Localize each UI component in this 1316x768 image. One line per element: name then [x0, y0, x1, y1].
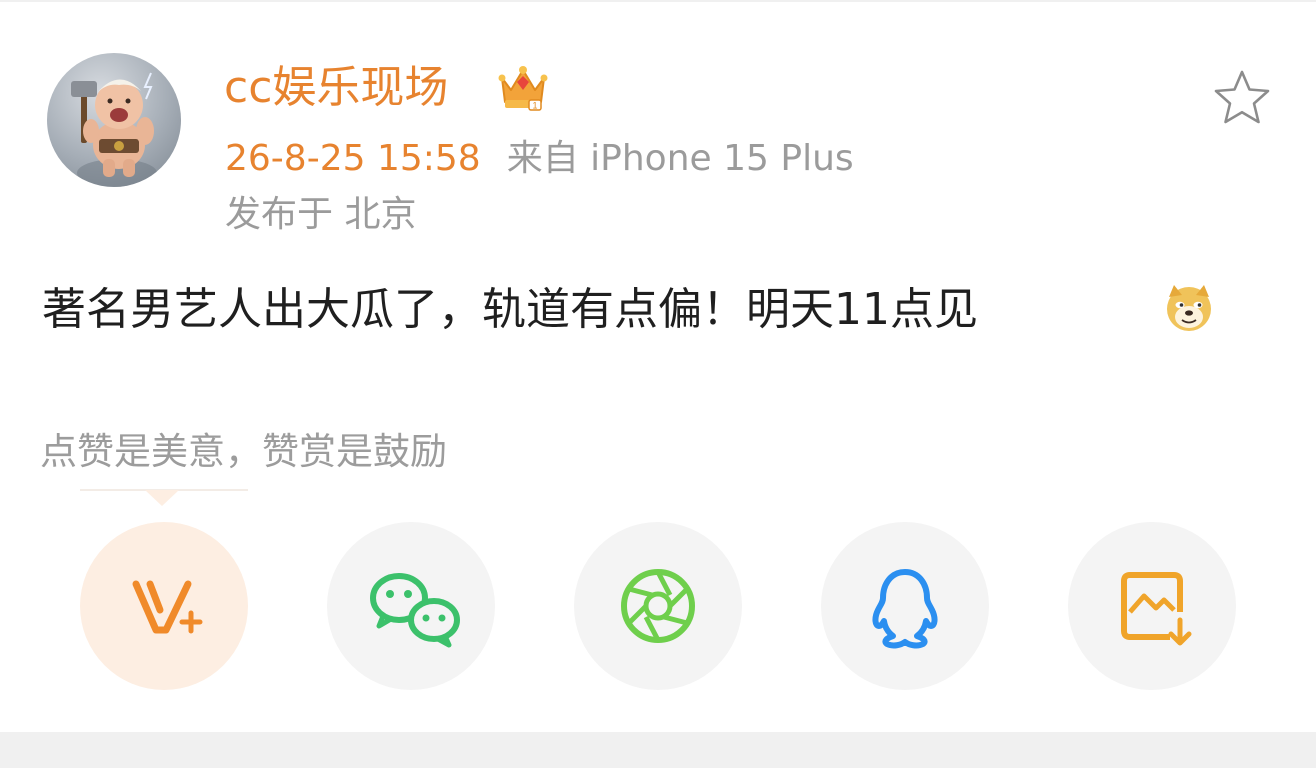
doge-emoji-icon [1164, 283, 1214, 333]
username[interactable]: cc娱乐现场 [224, 60, 448, 116]
post-time: 26-8-25 15:58 [225, 138, 481, 179]
reward-tip[interactable]: 点赞是美意，赞赏是鼓励 [40, 428, 447, 476]
svg-text:1: 1 [532, 101, 537, 111]
wechat-share-button[interactable] [327, 522, 495, 690]
save-image-button[interactable] [1068, 522, 1236, 690]
top-divider [0, 0, 1316, 2]
qq-share-button[interactable] [821, 522, 989, 690]
moments-icon [621, 569, 695, 643]
wechat-icon [370, 573, 460, 648]
vplus-icon [132, 580, 203, 634]
avatar[interactable] [47, 53, 181, 187]
save-image-icon [1121, 572, 1192, 646]
bottom-divider-bar [0, 732, 1316, 768]
post-card: cc娱乐现场 1 26-8-25 15:58 来自 iPhone 15 Plus … [0, 0, 1316, 732]
tip-pointer [145, 490, 179, 506]
star-outline-icon [1214, 70, 1270, 124]
post-text: 著名男艺人出大瓜了，轨道有点偏！明天11点见 [42, 284, 978, 335]
qq-icon [872, 569, 938, 649]
crown-icon: 1 [496, 62, 550, 112]
post-source: 来自 iPhone 15 Plus [506, 138, 854, 179]
moments-share-button[interactable] [574, 522, 742, 690]
favorite-button[interactable] [1210, 68, 1274, 128]
post-location: 发布于 北京 [225, 194, 417, 235]
post-meta: 26-8-25 15:58 来自 iPhone 15 Plus [225, 136, 854, 182]
vplus-share-button[interactable] [80, 522, 248, 690]
